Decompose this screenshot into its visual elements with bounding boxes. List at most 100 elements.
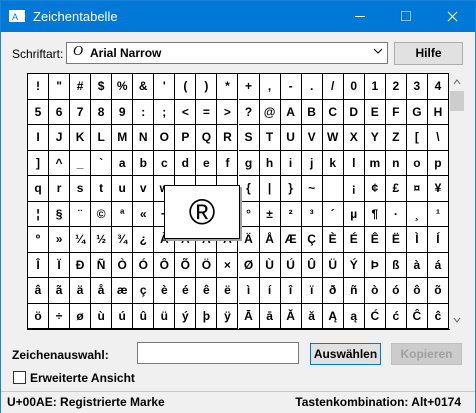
char-cell[interactable]: f	[217, 150, 239, 176]
char-cell[interactable]: \	[427, 125, 449, 151]
char-cell[interactable]: O	[154, 125, 176, 151]
char-cell[interactable]: ç	[133, 278, 155, 304]
char-cell[interactable]: <	[175, 99, 197, 125]
char-cell[interactable]: a	[112, 150, 134, 176]
char-cell[interactable]: "	[49, 74, 71, 100]
char-cell[interactable]: m	[364, 150, 386, 176]
char-cell[interactable]: D	[343, 99, 365, 125]
scroll-up-arrow-icon[interactable]	[453, 79, 461, 85]
char-cell[interactable]: ĉ	[427, 303, 449, 329]
char-cell[interactable]: K	[70, 125, 92, 151]
char-cell[interactable]: P	[175, 125, 197, 151]
char-cell[interactable]: X	[343, 125, 365, 151]
char-cell[interactable]: Í	[427, 227, 449, 253]
char-cell[interactable]: Ä	[238, 227, 260, 253]
char-cell[interactable]: [	[406, 125, 428, 151]
char-cell[interactable]: Õ	[175, 252, 197, 278]
char-cell[interactable]: (	[175, 74, 197, 100]
scroll-down-arrow-icon[interactable]	[453, 317, 461, 323]
char-cell[interactable]: *	[217, 74, 239, 100]
char-cell[interactable]: 9	[112, 99, 134, 125]
char-cell[interactable]: %	[112, 74, 134, 100]
char-cell[interactable]: t	[91, 176, 113, 202]
char-cell[interactable]: e	[196, 150, 218, 176]
char-cell[interactable]: j	[301, 150, 323, 176]
char-cell[interactable]: G	[406, 99, 428, 125]
char-cell[interactable]: Ë	[385, 227, 407, 253]
char-cell[interactable]: Þ	[364, 252, 386, 278]
char-cell[interactable]: ±	[259, 201, 281, 227]
char-cell[interactable]: )	[196, 74, 218, 100]
char-cell[interactable]: =	[196, 99, 218, 125]
char-cell[interactable]: ¹	[427, 201, 449, 227]
char-cell[interactable]: I	[28, 125, 49, 151]
char-cell[interactable]: Ü	[322, 252, 344, 278]
char-cell[interactable]: ï	[301, 278, 323, 304]
char-cell[interactable]: «	[133, 201, 155, 227]
char-cell[interactable]: þ	[196, 303, 218, 329]
char-cell[interactable]: ¦	[28, 201, 49, 227]
advanced-view-label[interactable]: Erweiterte Ansicht	[30, 371, 135, 385]
char-cell[interactable]: .	[301, 74, 323, 100]
char-cell[interactable]: ¤	[406, 176, 428, 202]
char-cell[interactable]: /	[322, 74, 344, 100]
char-cell[interactable]: ¥	[427, 176, 449, 202]
char-cell[interactable]: J	[49, 125, 71, 151]
char-cell[interactable]: ó	[385, 278, 407, 304]
char-cell[interactable]: Ñ	[91, 252, 113, 278]
char-cell[interactable]: _	[70, 150, 92, 176]
char-cell[interactable]: T	[259, 125, 281, 151]
char-cell[interactable]: Ç	[301, 227, 323, 253]
char-cell[interactable]: L	[91, 125, 113, 151]
char-cell[interactable]: A	[280, 99, 302, 125]
char-cell[interactable]: R	[217, 125, 239, 151]
char-cell[interactable]: Ý	[343, 252, 365, 278]
char-cell[interactable]: Ô	[154, 252, 176, 278]
char-cell[interactable]: +	[238, 74, 260, 100]
char-cell[interactable]: à	[406, 252, 428, 278]
char-cell[interactable]: »	[49, 227, 71, 253]
char-cell[interactable]: c	[154, 150, 176, 176]
char-cell[interactable]: |	[259, 176, 281, 202]
char-cell[interactable]: ¶	[364, 201, 386, 227]
char-cell[interactable]: h	[259, 150, 281, 176]
char-cell[interactable]: >	[217, 99, 239, 125]
char-cell[interactable]: r	[49, 176, 71, 202]
char-cell[interactable]: Æ	[280, 227, 302, 253]
char-cell[interactable]: Ò	[112, 252, 134, 278]
char-cell[interactable]: ã	[49, 278, 71, 304]
char-cell[interactable]: ª	[112, 201, 134, 227]
char-cell[interactable]: ¾	[112, 227, 134, 253]
char-cell[interactable]: Y	[364, 125, 386, 151]
char-cell[interactable]: ù	[91, 303, 113, 329]
grid-scrollbar[interactable]	[449, 73, 465, 329]
char-cell[interactable]: #	[70, 74, 92, 100]
char-cell[interactable]: Z	[385, 125, 407, 151]
char-cell[interactable]: n	[385, 150, 407, 176]
char-cell[interactable]: í	[259, 278, 281, 304]
char-cell[interactable]: û	[133, 303, 155, 329]
char-cell[interactable]: é	[175, 278, 197, 304]
char-cell[interactable]: ā	[259, 303, 281, 329]
char-cell[interactable]: ·	[385, 201, 407, 227]
char-cell[interactable]: ÷	[49, 303, 71, 329]
char-cell[interactable]: u	[112, 176, 134, 202]
char-cell[interactable]: ¿	[133, 227, 155, 253]
char-cell[interactable]: -	[280, 74, 302, 100]
char-cell[interactable]: ©	[91, 201, 113, 227]
copy-button[interactable]: Kopieren	[391, 343, 462, 365]
char-cell[interactable]: ì	[238, 278, 260, 304]
char-cell[interactable]: C	[322, 99, 344, 125]
char-cell[interactable]: ý	[175, 303, 197, 329]
char-cell[interactable]: :	[133, 99, 155, 125]
char-cell[interactable]: ô	[406, 278, 428, 304]
char-cell[interactable]: !	[28, 74, 49, 100]
char-cell[interactable]: ½	[91, 227, 113, 253]
select-button[interactable]: Auswählen	[310, 343, 381, 365]
char-cell[interactable]: Ö	[196, 252, 218, 278]
char-cell[interactable]: ć	[385, 303, 407, 329]
char-cell[interactable]: ñ	[343, 278, 365, 304]
char-cell[interactable]: á	[427, 252, 449, 278]
char-cell[interactable]	[322, 176, 344, 202]
char-cell[interactable]: ³	[301, 201, 323, 227]
